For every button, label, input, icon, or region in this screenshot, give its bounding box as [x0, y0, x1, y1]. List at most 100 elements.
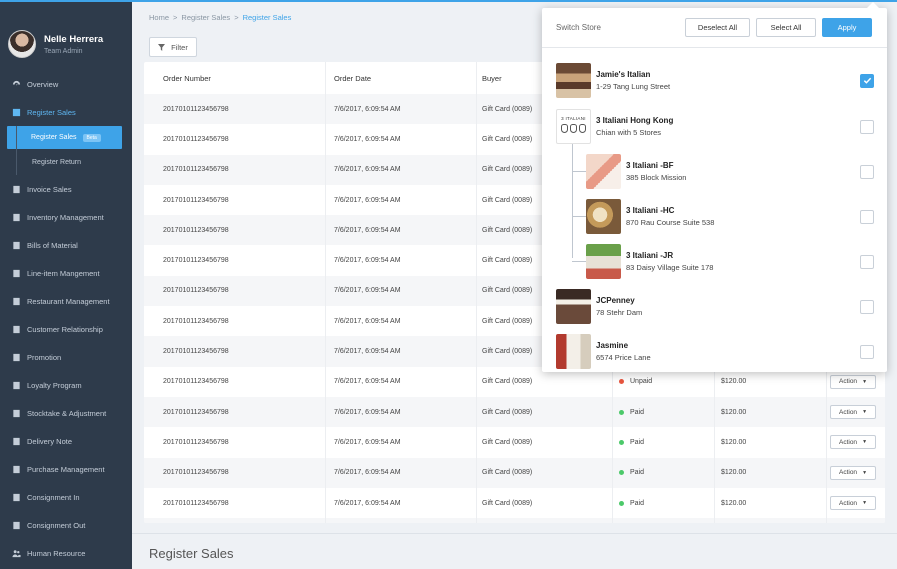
apply-button[interactable]: Apply [822, 18, 872, 37]
sidebar-item-delivery-note[interactable]: Delivery Note [0, 427, 132, 455]
sidebar-item-label: Human Resource [27, 548, 86, 558]
breadcrumb-home[interactable]: Home [149, 13, 169, 22]
purchase-icon [12, 465, 21, 474]
store-thumbnail [586, 244, 621, 279]
table-row[interactable]: 201701011234567987/6/2017, 6:09:54 AMGif… [144, 487, 885, 519]
submenu-item-label: Register Return [32, 158, 82, 166]
store-checkbox[interactable] [860, 73, 874, 88]
check-icon [863, 77, 871, 84]
col-order-date[interactable]: Order Date [326, 62, 477, 94]
store-option[interactable]: Jamie's Italian 1-29 Tang Lung Street [542, 58, 887, 103]
order-date-cell: 7/6/2017, 6:09:54 AM [326, 306, 477, 337]
status-cell: Paid [613, 457, 715, 488]
order-number-cell: 20170101123456798 [144, 518, 326, 523]
action-dropdown-button[interactable]: Action ▼ [830, 496, 876, 510]
sidebar-item-invoice-sales[interactable]: Invoice Sales [0, 175, 132, 203]
store-info: 3 Italiani Hong Kong Chian with 5 Stores [596, 116, 860, 137]
sidebar-item-promotion[interactable]: Promotion [0, 343, 132, 371]
status-text: Paid [630, 469, 645, 477]
order-number-cell: 20170101123456798 [144, 184, 326, 216]
sidebar-item-label: Line-item Mangement [27, 268, 100, 278]
store-option[interactable]: 3 Italiani -JR 83 Daisy Village Suite 178 [542, 239, 887, 284]
sidebar-item-label: Invoice Sales [27, 184, 72, 194]
action-dropdown-button[interactable]: Action ▼ [830, 435, 876, 450]
store-option[interactable]: 3 Italiani -BF 385 Block Mission [542, 149, 887, 194]
store-address: 1-29 Tang Lung Street [596, 82, 671, 91]
store-name: 3 Italiani Hong Kong [596, 116, 674, 125]
submenu-item-register-return[interactable]: Register Return [0, 149, 132, 175]
filter-icon [158, 43, 166, 51]
sidebar-item-stocktake-adjustment[interactable]: Stocktake & Adjustment [0, 399, 132, 427]
status-text: Paid [630, 408, 645, 416]
action-cell: Action ▼ [827, 458, 885, 488]
action-dropdown-button[interactable]: Action ▼ [830, 405, 876, 420]
order-date-cell: 7/6/2017, 6:09:54 AM [326, 487, 477, 519]
deselect-all-button[interactable]: Deselect All [685, 18, 750, 37]
store-checkbox[interactable] [860, 164, 874, 179]
sidebar-item-human-resource[interactable]: Human Resource [0, 539, 132, 567]
order-date-cell: 7/6/2017, 6:09:54 AM [326, 154, 477, 185]
submenu-item-register-sales[interactable]: Register Sales Beta [7, 126, 122, 149]
sidebar-item-consignment-out[interactable]: Consignment Out [0, 511, 132, 539]
order-date-cell: 7/6/2017, 6:09:54 AM [326, 457, 477, 488]
status-dot [619, 379, 624, 385]
user-name: Nelle Herrera [44, 33, 104, 45]
action-dropdown-button[interactable]: Action ▼ [830, 465, 876, 480]
store-checkbox[interactable] [860, 344, 874, 359]
table-row[interactable]: 201701011234567987/6/2017, 6:09:54 AMGif… [144, 396, 885, 428]
sidebar-item-label: Delivery Note [27, 436, 73, 446]
table-row[interactable]: 201701011234567987/6/2017, 6:09:54 AMGif… [144, 457, 885, 488]
store-option[interactable]: JCPenney 78 Stehr Dam [542, 284, 887, 329]
status-text: Paid [630, 499, 645, 507]
logo-face-icon [570, 124, 577, 133]
table-row[interactable]: 201701011234567987/6/2017, 6:09:54 AMGif… [144, 427, 885, 458]
restaurant-icon [12, 297, 21, 306]
select-all-button[interactable]: Select All [756, 18, 816, 37]
sidebar-item-purchase-management[interactable]: Purchase Management [0, 455, 132, 483]
sidebar-item-line-item-mangement[interactable]: Line-item Mangement [0, 259, 132, 287]
sidebar-item-consignment-in[interactable]: Consignment In [0, 483, 132, 511]
buyer-cell: Gift Card (0089) [477, 396, 613, 428]
gauge-icon [12, 80, 21, 89]
store-option[interactable]: 3 Italiani -HC 870 Rau Course Suite 538 [542, 194, 887, 239]
avatar [8, 30, 36, 58]
amount-text: $120.00 [721, 438, 747, 446]
store-option[interactable]: Jasmine 6574 Price Lane [542, 329, 887, 374]
sidebar-item-label: Stocktake & Adjustment [27, 408, 107, 418]
breadcrumb-register-sales[interactable]: Register Sales [181, 13, 230, 22]
action-cell: Action ▼ [827, 488, 885, 518]
sidebar-item-overview[interactable]: Overview [0, 70, 132, 98]
stocktake-icon [12, 409, 21, 418]
sidebar-item-label: Promotion [27, 352, 62, 362]
user-profile[interactable]: Nelle Herrera Team Admin [0, 0, 132, 66]
amount-cell: $120.00 [715, 487, 827, 519]
sidebar-item-restaurant-management[interactable]: Restaurant Management [0, 287, 132, 315]
chevron-down-icon: ▼ [862, 409, 868, 416]
sidebar-item-loyalty-program[interactable]: Loyalty Program [0, 371, 132, 399]
sidebar-item-customer-relationship[interactable]: Customer Relationship [0, 315, 132, 343]
breadcrumb: Home > Register Sales > Register Sales [149, 13, 292, 22]
store-checkbox[interactable] [860, 119, 874, 134]
store-thumbnail [586, 199, 621, 234]
sidebar-item-bills-of-material[interactable]: Bills of Material [0, 231, 132, 259]
col-order-number[interactable]: Order Number [144, 62, 326, 94]
store-checkbox[interactable] [860, 209, 874, 224]
store-option[interactable]: 3 ITALIANI 3 Italiani Hong Kong Chian with… [542, 104, 887, 149]
buyer-cell: Gift Card (0089) [477, 518, 613, 523]
buyer-cell: Gift Card (0089) [477, 487, 613, 519]
order-date-cell: 7/6/2017, 6:09:54 AM [326, 124, 477, 155]
sidebar-item-inventory-management[interactable]: Inventory Management [0, 203, 132, 231]
store-thumbnail [556, 63, 591, 98]
chevron-down-icon: ▼ [862, 469, 868, 476]
sidebar-item-register-sales[interactable]: Register Sales [0, 98, 132, 126]
store-checkbox[interactable] [860, 254, 874, 269]
chevron-down-icon: ▼ [862, 378, 868, 385]
store-checkbox[interactable] [860, 299, 874, 314]
order-date-cell: 7/6/2017, 6:09:54 AM [326, 215, 477, 246]
store-name: 3 Italiani -HC [626, 206, 675, 215]
table-row[interactable]: 201701011234567987/6/2017, 6:09:54 AMGif… [144, 518, 885, 523]
sidebar-nav: Overview Register Sales Register Sales Beta… [0, 70, 132, 567]
delivery-icon [12, 437, 21, 446]
action-dropdown-button[interactable]: Action ▼ [830, 374, 876, 389]
filter-button[interactable]: Filter [149, 37, 197, 57]
